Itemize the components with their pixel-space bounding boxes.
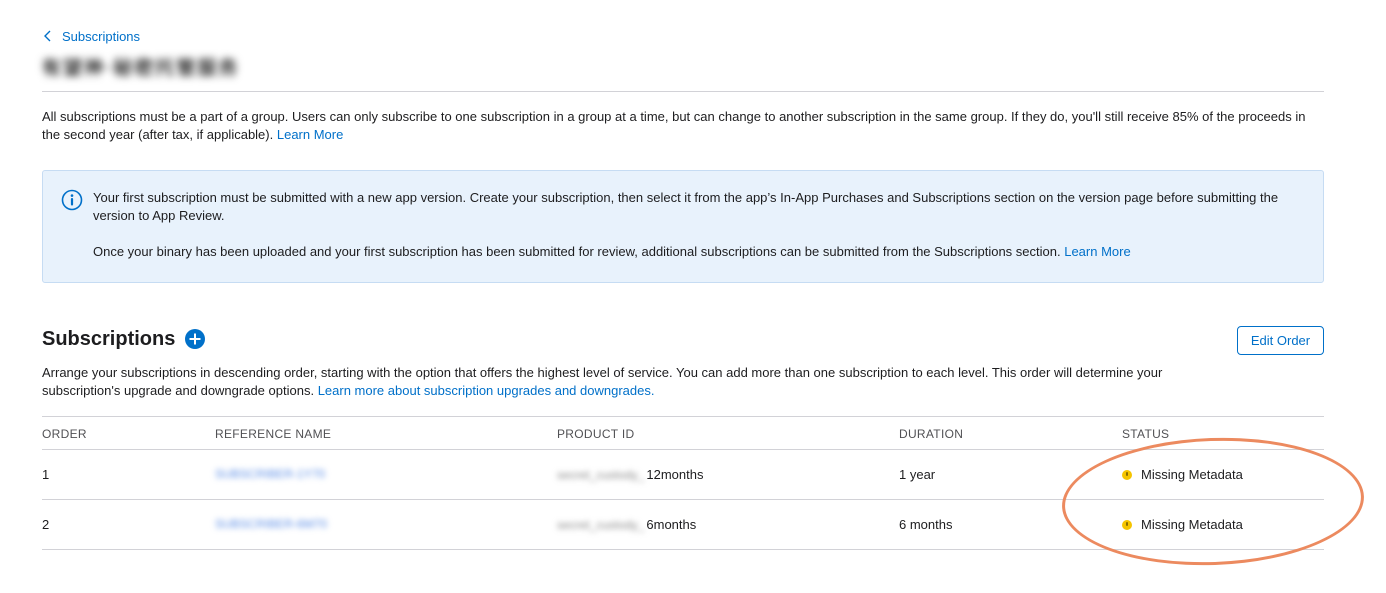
divider bbox=[42, 91, 1324, 92]
row-product-id: secret_custody_ 12months bbox=[557, 467, 703, 482]
row-product-id: secret_custody_ 6months bbox=[557, 517, 696, 532]
row-reference-name-link[interactable]: SUBSCRIBER-6M70 bbox=[215, 517, 327, 531]
status-label: Missing Metadata bbox=[1141, 517, 1243, 532]
notice-paragraph-2: Once your binary has been uploaded and y… bbox=[93, 243, 1293, 261]
notice-learn-more-link[interactable]: Learn More bbox=[1064, 244, 1130, 259]
product-id-suffix: 6months bbox=[646, 517, 697, 532]
status-badge: Missing Metadata bbox=[1122, 517, 1243, 532]
upgrades-downgrades-link[interactable]: Learn more about subscription upgrades a… bbox=[318, 383, 655, 398]
product-id-prefix: secret_custody_ bbox=[557, 467, 645, 482]
table-row[interactable]: 1 SUBSCRIBER-1Y70 secret_custody_ 12mont… bbox=[42, 450, 1324, 500]
intro-body: All subscriptions must be a part of a gr… bbox=[42, 109, 1306, 142]
subscriptions-table: ORDER REFERENCE NAME PRODUCT ID DURATION… bbox=[42, 416, 1324, 550]
chevron-left-icon bbox=[44, 30, 51, 42]
intro-text: All subscriptions must be a part of a gr… bbox=[42, 108, 1324, 144]
status-label: Missing Metadata bbox=[1141, 467, 1243, 482]
warning-dot-icon bbox=[1122, 519, 1132, 530]
info-notice: Your first subscription must be submitte… bbox=[42, 170, 1324, 283]
back-link-subscriptions[interactable]: Subscriptions bbox=[42, 28, 140, 44]
header-reference-name[interactable]: REFERENCE NAME bbox=[215, 427, 331, 441]
header-order[interactable]: ORDER bbox=[42, 427, 87, 441]
row-duration: 6 months bbox=[899, 517, 953, 532]
notice-paragraph-2-body: Once your binary has been uploaded and y… bbox=[93, 244, 1061, 259]
row-order: 2 bbox=[42, 517, 50, 532]
edit-order-button[interactable]: Edit Order bbox=[1237, 326, 1324, 355]
table-header: ORDER REFERENCE NAME PRODUCT ID DURATION… bbox=[42, 416, 1324, 450]
back-link-label: Subscriptions bbox=[62, 28, 141, 44]
status-badge: Missing Metadata bbox=[1122, 467, 1243, 482]
row-reference-name-link[interactable]: SUBSCRIBER-1Y70 bbox=[215, 467, 325, 481]
intro-learn-more-link[interactable]: Learn More bbox=[277, 127, 343, 142]
info-circle-icon bbox=[61, 189, 83, 211]
subscriptions-description: Arrange your subscriptions in descending… bbox=[42, 364, 1222, 400]
subscriptions-title: Subscriptions bbox=[42, 327, 176, 350]
plus-circle-icon[interactable] bbox=[185, 329, 206, 349]
subscriptions-heading: Subscriptions bbox=[42, 327, 206, 351]
product-id-suffix: 12months bbox=[646, 467, 704, 482]
header-duration[interactable]: DURATION bbox=[899, 427, 963, 441]
header-product-id[interactable]: PRODUCT ID bbox=[557, 427, 634, 441]
group-title: 有望神·秘密托管服务 bbox=[42, 58, 240, 79]
header-status[interactable]: STATUS bbox=[1122, 427, 1169, 441]
warning-dot-icon bbox=[1122, 469, 1132, 480]
product-id-prefix: secret_custody_ bbox=[557, 517, 645, 532]
row-duration: 1 year bbox=[899, 467, 936, 482]
notice-paragraph-1: Your first subscription must be submitte… bbox=[93, 190, 1279, 223]
row-order: 1 bbox=[42, 467, 50, 482]
table-row[interactable]: 2 SUBSCRIBER-6M70 secret_custody_ 6month… bbox=[42, 500, 1324, 550]
